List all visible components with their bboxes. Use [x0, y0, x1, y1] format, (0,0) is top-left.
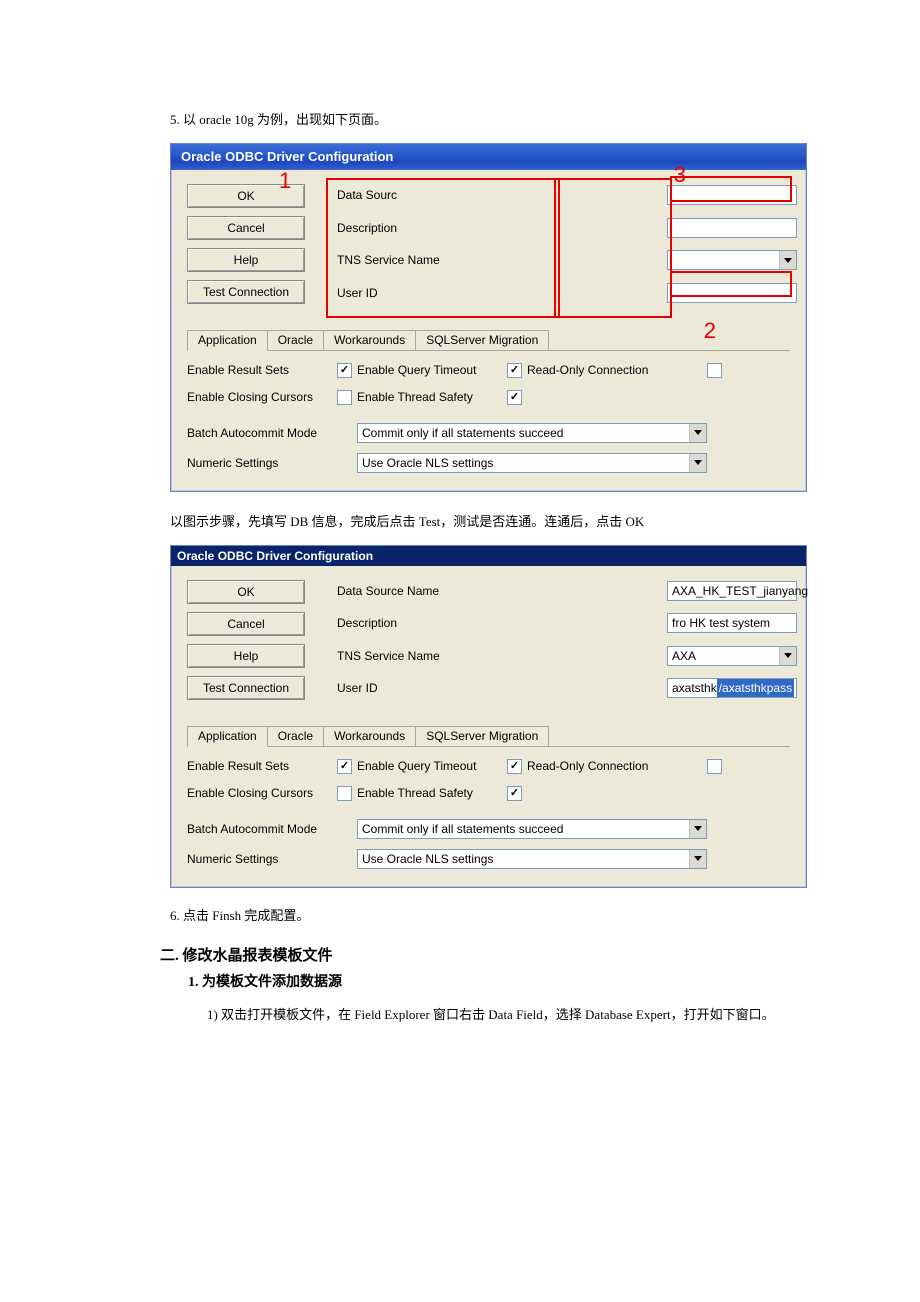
odbc-dialog-filled: Oracle ODBC Driver Configuration Data So…	[170, 545, 807, 888]
label-tns: TNS Service Name	[337, 649, 657, 663]
input-userid[interactable]: axatsthk/axatsthkpass	[667, 678, 797, 698]
select-batch-autocommit[interactable]: Commit only if all statements succeed	[357, 819, 707, 839]
checkbox-read-only-connection[interactable]	[707, 759, 722, 774]
help-button[interactable]: Help	[187, 248, 305, 272]
checkbox-enable-result-sets[interactable]	[337, 759, 352, 774]
section-2-1-1-text: 1) 双击打开模板文件，在 Field Explorer 窗口右击 Data F…	[225, 1004, 815, 1023]
step-6-text: 6. 点击 Finsh 完成配置。	[170, 906, 815, 927]
section-2-title: 二. 修改水晶报表模板文件	[160, 944, 815, 965]
label-data-source: Data Source Name	[337, 584, 657, 598]
input-userid[interactable]	[667, 283, 797, 303]
userid-selected: /axatsthkpass	[717, 679, 794, 697]
tab-workarounds[interactable]: Workarounds	[323, 726, 416, 746]
userid-plain: axatsthk	[672, 679, 717, 697]
tab-workarounds[interactable]: Workarounds	[323, 330, 416, 350]
tab-sqlserver-migration[interactable]: SQLServer Migration	[415, 330, 549, 350]
checkbox-enable-closing-cursors[interactable]	[337, 390, 352, 405]
input-tns[interactable]	[667, 250, 797, 270]
checkbox-enable-result-sets[interactable]	[337, 363, 352, 378]
tab-strip: Application Oracle Workarounds SQLServer…	[187, 328, 790, 351]
checkbox-read-only-connection[interactable]	[707, 363, 722, 378]
dialog-title: Oracle ODBC Driver Configuration	[171, 144, 806, 170]
tab-application[interactable]: Application	[187, 726, 268, 747]
label-read-only-connection: Read-Only Connection	[527, 759, 707, 773]
label-enable-result-sets: Enable Result Sets	[187, 363, 337, 377]
label-enable-query-timeout: Enable Query Timeout	[357, 759, 507, 773]
tab-oracle[interactable]: Oracle	[267, 330, 324, 350]
chevron-down-icon[interactable]	[689, 424, 706, 442]
step-5-text: 5. 以 oracle 10g 为例，出现如下页面。	[170, 110, 815, 131]
label-batch-autocommit: Batch Autocommit Mode	[187, 426, 357, 440]
chevron-down-icon[interactable]	[689, 820, 706, 838]
label-batch-autocommit: Batch Autocommit Mode	[187, 822, 357, 836]
input-description[interactable]: fro HK test system	[667, 613, 797, 633]
input-description[interactable]	[667, 218, 797, 238]
help-button[interactable]: Help	[187, 644, 305, 668]
label-tns: TNS Service Name	[337, 253, 657, 267]
checkbox-enable-thread-safety[interactable]	[507, 786, 522, 801]
tab-strip: Application Oracle Workarounds SQLServer…	[187, 724, 790, 747]
chevron-down-icon[interactable]	[779, 647, 796, 665]
ok-button[interactable]: OK	[187, 580, 305, 604]
cancel-button[interactable]: Cancel	[187, 216, 305, 240]
section-2-1-title: 1. 为模板文件添加数据源	[188, 971, 815, 991]
label-read-only-connection: Read-Only Connection	[527, 363, 707, 377]
label-enable-closing-cursors: Enable Closing Cursors	[187, 390, 337, 404]
label-enable-thread-safety: Enable Thread Safety	[357, 786, 507, 800]
label-data-source: Data Sourc	[337, 188, 657, 202]
input-data-source[interactable]	[667, 185, 797, 205]
chevron-down-icon[interactable]	[689, 454, 706, 472]
label-enable-thread-safety: Enable Thread Safety	[357, 390, 507, 404]
tab-application[interactable]: Application	[187, 330, 268, 351]
input-tns[interactable]: AXA	[667, 646, 797, 666]
cancel-button[interactable]: Cancel	[187, 612, 305, 636]
input-data-source[interactable]: AXA_HK_TEST_jianyang	[667, 581, 797, 601]
test-connection-button[interactable]: Test Connection	[187, 676, 305, 700]
checkbox-enable-query-timeout[interactable]	[507, 363, 522, 378]
label-numeric-settings: Numeric Settings	[187, 456, 357, 470]
label-enable-result-sets: Enable Result Sets	[187, 759, 337, 773]
select-numeric-settings[interactable]: Use Oracle NLS settings	[357, 453, 707, 473]
odbc-dialog-empty: Oracle ODBC Driver Configuration 1 3 2 D…	[170, 143, 807, 492]
chevron-down-icon[interactable]	[689, 850, 706, 868]
instruction-mid-text: 以图示步骤，先填写 DB 信息，完成后点击 Test，测试是否连通。连通后，点击…	[170, 512, 815, 533]
test-connection-button[interactable]: Test Connection	[187, 280, 305, 304]
tab-sqlserver-migration[interactable]: SQLServer Migration	[415, 726, 549, 746]
label-userid: User ID	[337, 681, 657, 695]
label-description: Description	[337, 221, 657, 235]
select-numeric-settings[interactable]: Use Oracle NLS settings	[357, 849, 707, 869]
checkbox-enable-thread-safety[interactable]	[507, 390, 522, 405]
label-numeric-settings: Numeric Settings	[187, 852, 357, 866]
ok-button[interactable]: OK	[187, 184, 305, 208]
label-description: Description	[337, 616, 657, 630]
checkbox-enable-closing-cursors[interactable]	[337, 786, 352, 801]
dialog-title: Oracle ODBC Driver Configuration	[171, 546, 806, 566]
checkbox-enable-query-timeout[interactable]	[507, 759, 522, 774]
label-enable-query-timeout: Enable Query Timeout	[357, 363, 507, 377]
label-enable-closing-cursors: Enable Closing Cursors	[187, 786, 337, 800]
chevron-down-icon[interactable]	[779, 251, 796, 269]
label-userid: User ID	[337, 286, 657, 300]
tab-oracle[interactable]: Oracle	[267, 726, 324, 746]
select-batch-autocommit[interactable]: Commit only if all statements succeed	[357, 423, 707, 443]
